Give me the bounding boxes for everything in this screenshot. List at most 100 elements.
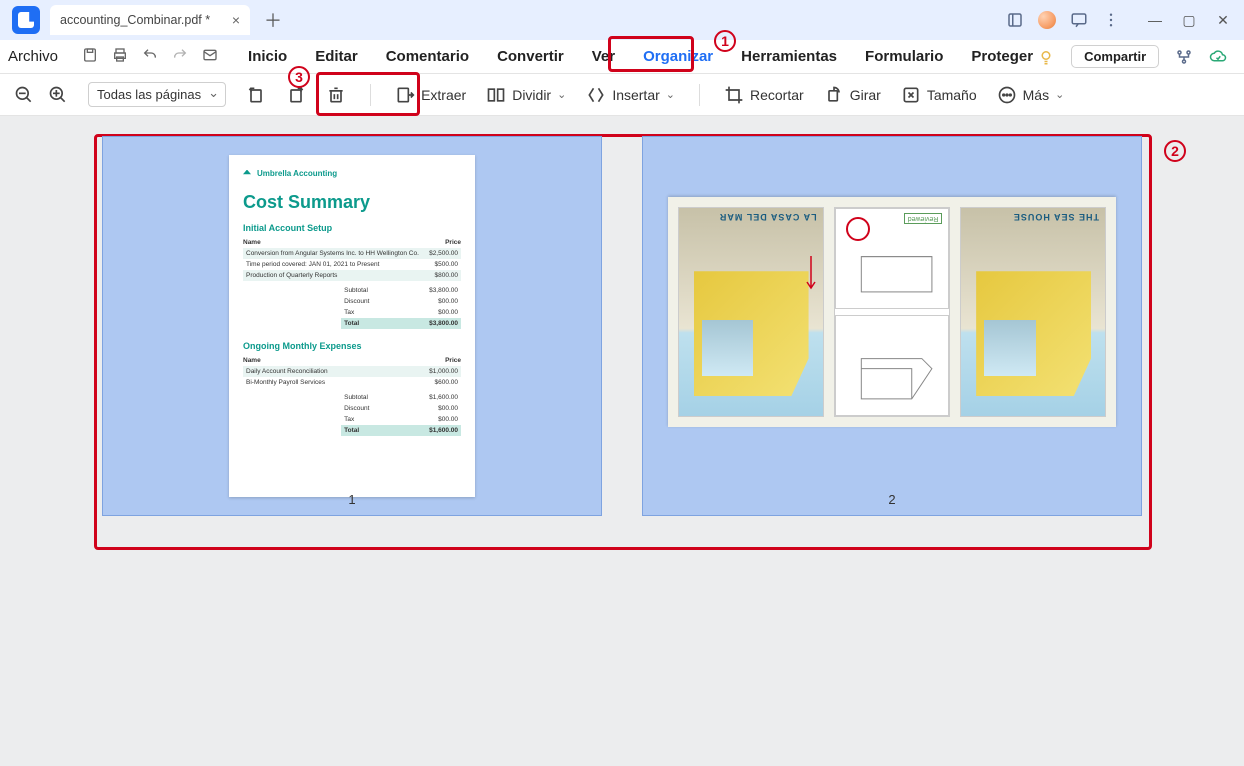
menu-file[interactable]: Archivo (8, 48, 58, 65)
table-cell: $1,600.00 (398, 425, 461, 436)
size-label: Tamaño (927, 87, 977, 103)
crop-button[interactable]: Recortar (724, 85, 804, 105)
table-cell: $3,800.00 (398, 285, 461, 296)
table-cell: Subtotal (341, 392, 398, 403)
table-cell: $800.00 (425, 270, 461, 281)
doc1-section1: Initial Account Setup (243, 223, 461, 233)
save-icon[interactable] (82, 47, 98, 67)
menu-proteger[interactable]: Proteger (971, 48, 1033, 65)
table-cell: Time period covered: JAN 01, 2021 to Pre… (243, 259, 425, 270)
panel-icon[interactable] (1006, 11, 1024, 29)
table-cell: Discount (341, 296, 398, 307)
doc2-title-right: THE SEA HOUSE (1013, 212, 1099, 222)
share-button[interactable]: Compartir (1071, 45, 1159, 68)
table-cell: Total (341, 425, 398, 436)
zoom-out-icon[interactable] (14, 85, 34, 105)
more-button[interactable]: Más ⌄ (997, 85, 1065, 105)
mail-icon[interactable] (202, 47, 218, 67)
page-number-1: 1 (103, 492, 601, 507)
col-name: Name (243, 237, 425, 248)
more-icon (997, 85, 1017, 105)
table-cell: Discount (341, 403, 398, 414)
window-maximize[interactable]: ▢ (1180, 11, 1198, 29)
menu-organizar[interactable]: Organizar (643, 48, 713, 65)
size-icon (901, 85, 921, 105)
redo-icon[interactable] (172, 47, 188, 67)
doc2-title-left: LA CASA DEL MAR (719, 212, 817, 222)
titlebar: accounting_Combinar.pdf * × ＋ — ▢ ✕ (0, 0, 1244, 40)
close-tab-icon[interactable]: × (232, 12, 240, 28)
network-icon[interactable] (1175, 48, 1193, 66)
table-cell: Bi-Monthly Payroll Services (243, 377, 399, 388)
page-range-select[interactable]: Todas las páginas (88, 82, 226, 107)
more-label: Más (1023, 87, 1049, 103)
table-cell: $00.00 (398, 414, 461, 425)
page-number-2: 2 (643, 492, 1141, 507)
split-icon (486, 85, 506, 105)
insert-button[interactable]: Insertar ⌄ (586, 85, 675, 105)
page-1-content: Umbrella Accounting Cost Summary Initial… (229, 155, 475, 497)
workspace: 2 Umbrella Accounting Cost Summary Initi… (0, 116, 1244, 536)
menu-inicio[interactable]: Inicio (248, 48, 287, 65)
tab-title: accounting_Combinar.pdf * (60, 13, 210, 27)
chevron-down-icon: ⌄ (1055, 88, 1064, 101)
rotate-label: Girar (850, 87, 881, 103)
chat-icon[interactable] (1070, 11, 1088, 29)
menu-convertir[interactable]: Convertir (497, 48, 564, 65)
chevron-down-icon: ⌄ (666, 88, 675, 101)
extract-label: Extraer (421, 87, 466, 103)
table-cell: Tax (341, 414, 398, 425)
rotate-right-icon[interactable] (286, 85, 306, 105)
menu-editar[interactable]: Editar (315, 48, 358, 65)
cloud-sync-icon[interactable] (1209, 48, 1227, 66)
title-right-icons: — ▢ ✕ (1006, 11, 1238, 29)
menu-tabs: Inicio Editar Comentario Convertir Ver O… (248, 48, 1033, 65)
table-cell: Production of Quarterly Reports (243, 270, 425, 281)
undo-icon[interactable] (142, 47, 158, 67)
more-vertical-icon[interactable] (1102, 11, 1120, 29)
doc1-section2: Ongoing Monthly Expenses (243, 341, 461, 351)
print-icon[interactable] (112, 47, 128, 67)
menu-formulario[interactable]: Formulario (865, 48, 943, 65)
extract-button[interactable]: Extraer (395, 85, 466, 105)
table-cell: $00.00 (398, 307, 461, 318)
table-cell: Tax (341, 307, 398, 318)
crop-label: Recortar (750, 87, 804, 103)
table-cell: $1,000.00 (399, 366, 461, 377)
insert-icon (586, 85, 606, 105)
app-logo (12, 6, 40, 34)
lightbulb-icon[interactable] (1037, 48, 1055, 66)
extract-icon (395, 85, 415, 105)
window-close[interactable]: ✕ (1214, 11, 1232, 29)
crop-icon (724, 85, 744, 105)
chevron-down-icon: ⌄ (557, 88, 566, 101)
table-cell: $1,600.00 (398, 392, 461, 403)
rotate-button[interactable]: Girar (824, 85, 881, 105)
insert-label: Insertar (612, 87, 659, 103)
zoom-in-icon[interactable] (48, 85, 68, 105)
new-tab-button[interactable]: ＋ (264, 7, 282, 33)
avatar[interactable] (1038, 11, 1056, 29)
rotate-left-icon[interactable] (246, 85, 266, 105)
table-cell: $3,800.00 (398, 318, 461, 329)
toolbar-organize: Todas las páginas Extraer Dividir ⌄ Inse… (0, 74, 1244, 116)
menu-comentario[interactable]: Comentario (386, 48, 469, 65)
page-thumbnail-2[interactable]: THE SEA HOUSE Reviewed LA CASA DEL MAR 2 (642, 136, 1142, 516)
table-cell: Total (341, 318, 398, 329)
window-minimize[interactable]: — (1146, 11, 1164, 29)
doc2-reviewed: Reviewed (904, 213, 943, 224)
table-cell: $00.00 (398, 403, 461, 414)
rotate-icon (824, 85, 844, 105)
menu-herramientas[interactable]: Herramientas (741, 48, 837, 65)
split-button[interactable]: Dividir ⌄ (486, 85, 566, 105)
col-price: Price (399, 355, 461, 366)
table-cell: $2,500.00 (425, 248, 461, 259)
size-button[interactable]: Tamaño (901, 85, 977, 105)
table-cell: $500.00 (425, 259, 461, 270)
menubar: Archivo Inicio Editar Comentario Convert… (0, 40, 1244, 74)
document-tab[interactable]: accounting_Combinar.pdf * × (50, 5, 250, 35)
page-thumbnail-1[interactable]: Umbrella Accounting Cost Summary Initial… (102, 136, 602, 516)
delete-icon[interactable] (326, 85, 346, 105)
menu-ver[interactable]: Ver (592, 48, 615, 65)
table-cell: Conversion from Angular Systems Inc. to … (243, 248, 425, 259)
